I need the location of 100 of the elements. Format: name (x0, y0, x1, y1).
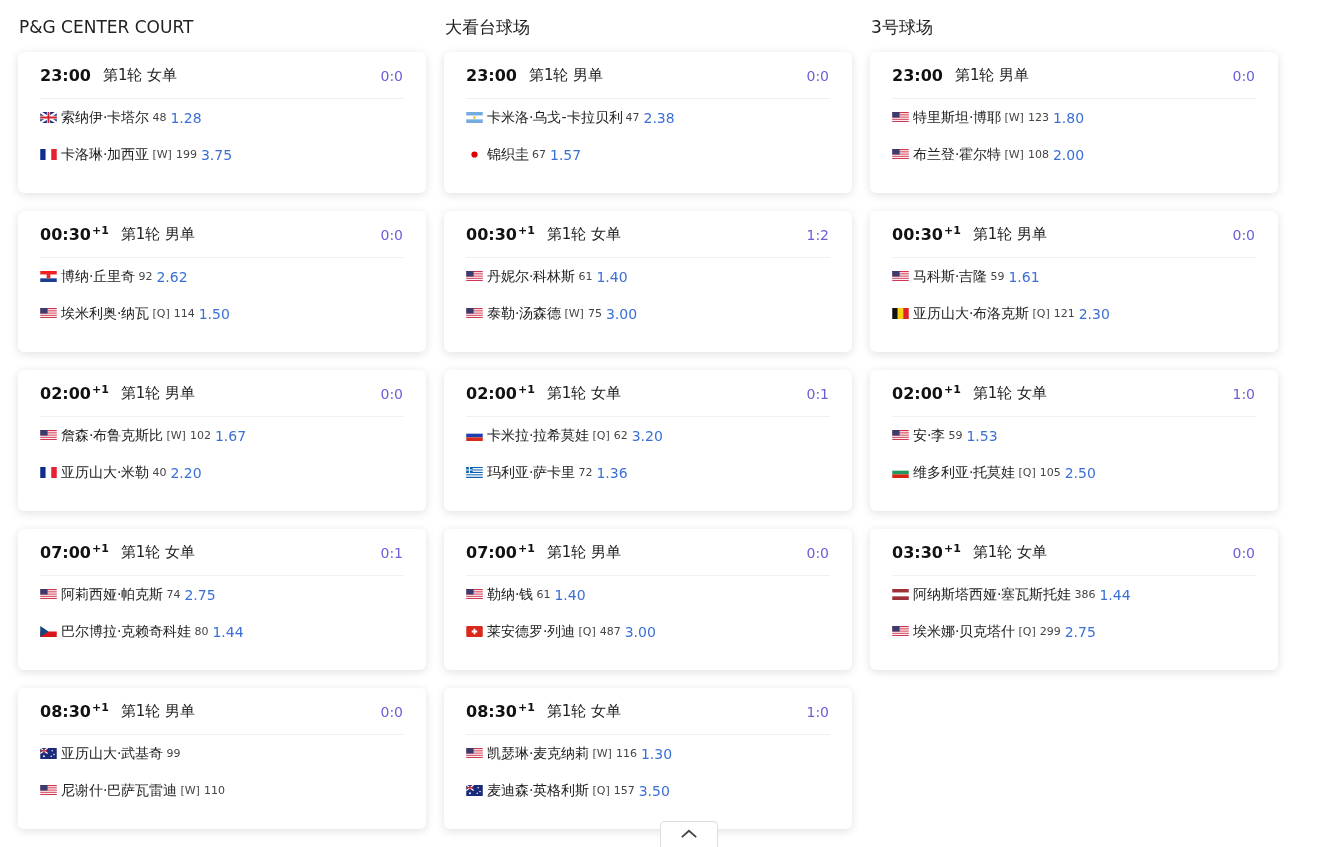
round-label: 第1轮 女单 (102, 66, 178, 85)
seed-tag: [W] (1004, 111, 1024, 124)
round-label: 第1轮 男单 (120, 225, 196, 244)
match-score: 0:0 (380, 703, 403, 720)
player-name[interactable]: 麦迪森·英格利斯 (487, 781, 590, 800)
match-time: 23:00 (40, 66, 91, 85)
match-card[interactable]: 08:30$^{+1}$ 第1轮 女单 1:0 凯瑟琳·麦克纳莉 [W] 116 1.30 麦迪森·英格利斯 [Q] 157 3.50 (444, 688, 852, 829)
player-name[interactable]: 卡米拉·拉希莫娃 (487, 426, 590, 445)
betting-odds[interactable]: 3.75 (200, 146, 233, 163)
player-name[interactable]: 安·李 (913, 426, 946, 445)
seed-tag: [W] (592, 747, 612, 760)
player-name[interactable]: 马科斯·吉隆 (913, 267, 988, 286)
betting-odds[interactable]: 3.50 (638, 782, 670, 799)
scroll-up-button[interactable] (660, 821, 718, 847)
match-card[interactable]: 08:30$^{+1}$ 第1轮 男单 0:0 亚历山大·武基奇 99 尼谢什·巴萨瓦雷迪 [W] 110 (18, 688, 426, 829)
player-name[interactable]: 巴尔博拉·克赖奇科娃 (61, 622, 192, 641)
match-score: 1:2 (806, 226, 829, 243)
match-time: 23:00 (892, 66, 943, 85)
flag-icon (466, 112, 483, 123)
match-card[interactable]: 02:00$^{+1}$ 第1轮 男单 0:0 詹森·布鲁克斯比 [W] 102 1.67 亚历山大·米勒 40 2.20 (18, 370, 426, 511)
player-name[interactable]: 凯瑟琳·麦克纳莉 (487, 744, 590, 763)
betting-odds[interactable]: 1.44 (212, 623, 244, 640)
match-card[interactable]: 02:00$^{+1}$ 第1轮 女单 0:1 卡米拉·拉希莫娃 [Q] 62 3.20 玛利亚·萨卡里 72 1.36 (444, 370, 852, 511)
match-card[interactable]: 23:00 第1轮 女单 0:0 索纳伊·卡塔尔 48 1.28 卡洛琳·加西亚 [W] 199 3.75 (18, 52, 426, 193)
player-ranking: 108 (1027, 148, 1049, 161)
player-name[interactable]: 尼谢什·巴萨瓦雷迪 (61, 781, 178, 800)
player-name[interactable]: 亚历山大·米勒 (61, 463, 150, 482)
betting-odds[interactable]: 1.80 (1052, 109, 1085, 126)
player-name[interactable]: 阿纳斯塔西娅·塞瓦斯托娃 (913, 585, 1072, 604)
betting-odds[interactable]: 2.75 (1064, 623, 1096, 640)
match-score: 0:0 (1232, 544, 1255, 561)
betting-odds[interactable]: 1.67 (214, 427, 247, 444)
match-card[interactable]: 02:00$^{+1}$ 第1轮 女单 1:0 安·李 59 1.53 维多利亚·托莫娃 [Q] 105 2.50 (870, 370, 1278, 511)
match-card[interactable]: 07:00$^{+1}$ 第1轮 女单 0:1 阿莉西娅·帕克斯 74 2.75 巴尔博拉·克赖奇科娃 80 1.44 (18, 529, 426, 670)
player-ranking: 99 (166, 747, 181, 760)
flag-icon (892, 589, 909, 600)
player-name[interactable]: 詹森·布鲁克斯比 (61, 426, 164, 445)
player-name[interactable]: 莱安德罗·列迪 (487, 622, 576, 641)
player-name[interactable]: 埃米娜·贝克塔什 (913, 622, 1016, 641)
betting-odds[interactable]: 3.00 (624, 623, 656, 640)
seed-tag: [Q] (152, 307, 170, 320)
player-name[interactable]: 卡洛琳·加西亚 (61, 145, 150, 164)
betting-odds[interactable]: 1.44 (1099, 586, 1131, 603)
betting-odds[interactable]: 2.50 (1064, 464, 1096, 481)
round-label: 第1轮 男单 (120, 702, 196, 721)
player-name[interactable]: 丹妮尔·科林斯 (487, 267, 576, 286)
match-card[interactable]: 00:30$^{+1}$ 第1轮 女单 1:2 丹妮尔·科林斯 61 1.40 泰勒·汤森德 [W] 75 3.00 (444, 211, 852, 352)
round-label: 第1轮 女单 (972, 384, 1048, 403)
betting-odds[interactable]: 1.28 (170, 109, 202, 126)
betting-odds[interactable]: 3.20 (631, 427, 663, 444)
player-name[interactable]: 布兰登·霍尔特 (913, 145, 1002, 164)
player-name[interactable]: 索纳伊·卡塔尔 (61, 108, 150, 127)
seed-tag: [Q] (578, 625, 596, 638)
match-card[interactable]: 23:00 第1轮 男单 0:0 卡米洛·乌戈-卡拉贝利 47 2.38 锦织圭 67 1.57 (444, 52, 852, 193)
betting-odds[interactable]: 3.00 (605, 305, 638, 322)
match-card[interactable]: 00:30$^{+1}$ 第1轮 男单 0:0 马科斯·吉隆 59 1.61 亚历山大·布洛克斯 [Q] 121 2.30 (870, 211, 1278, 352)
player-name[interactable]: 维多利亚·托莫娃 (913, 463, 1016, 482)
player-name[interactable]: 亚历山大·布洛克斯 (913, 304, 1030, 323)
seed-tag: [Q] (1018, 466, 1036, 479)
player-ranking: 75 (587, 307, 602, 320)
player-name[interactable]: 埃米利奥·纳瓦 (61, 304, 150, 323)
match-card[interactable]: 03:30$^{+1}$ 第1轮 女单 0:0 阿纳斯塔西娅·塞瓦斯托娃 386 1.44 埃米娜·贝克塔什 [Q] 299 2.75 (870, 529, 1278, 670)
player-ranking: 110 (203, 784, 225, 797)
betting-odds[interactable]: 2.00 (1052, 146, 1085, 163)
betting-odds[interactable]: 1.50 (198, 305, 230, 322)
player-name[interactable]: 泰勒·汤森德 (487, 304, 562, 323)
player-name[interactable]: 亚历山大·武基奇 (61, 744, 164, 763)
betting-odds[interactable]: 1.40 (596, 268, 628, 285)
player-ranking: 74 (166, 588, 181, 601)
betting-odds[interactable]: 1.61 (1008, 268, 1040, 285)
player-name[interactable]: 玛利亚·萨卡里 (487, 463, 576, 482)
match-score: 0:0 (380, 67, 403, 84)
player-name[interactable]: 博纳·丘里奇 (61, 267, 136, 286)
player-ranking: 299 (1039, 625, 1061, 638)
match-card[interactable]: 07:00$^{+1}$ 第1轮 男单 0:0 勒纳·钱 61 1.40 莱安德罗·列迪 [Q] 487 3.00 (444, 529, 852, 670)
player-ranking: 61 (536, 588, 551, 601)
betting-odds[interactable]: 1.40 (554, 586, 586, 603)
betting-odds[interactable]: 2.30 (1078, 305, 1110, 322)
betting-odds[interactable]: 1.30 (640, 745, 673, 762)
court-title: P&G CENTER COURT (19, 16, 195, 38)
betting-odds[interactable]: 1.36 (596, 464, 628, 481)
match-card[interactable]: 00:30$^{+1}$ 第1轮 男单 0:0 博纳·丘里奇 92 2.62 埃米利奥·纳瓦 [Q] 114 1.50 (18, 211, 426, 352)
player-ranking: 47 (625, 111, 640, 124)
match-card[interactable]: 23:00 第1轮 男单 0:0 特里斯坦·博耶 [W] 123 1.80 布兰登·霍尔特 [W] 108 2.00 (870, 52, 1278, 193)
player-name[interactable]: 锦织圭 (487, 145, 529, 164)
player-ranking: 80 (194, 625, 209, 638)
player-name[interactable]: 勒纳·钱 (487, 585, 534, 604)
match-time: 00:30$^{+1}$ (892, 224, 961, 245)
betting-odds[interactable]: 1.53 (966, 427, 998, 444)
betting-odds[interactable]: 2.38 (643, 109, 675, 126)
betting-odds[interactable]: 2.62 (156, 268, 188, 285)
match-time: 00:30$^{+1}$ (40, 224, 109, 245)
flag-icon (40, 748, 57, 759)
betting-odds[interactable]: 2.75 (184, 586, 216, 603)
player-name[interactable]: 特里斯坦·博耶 (913, 108, 1002, 127)
betting-odds[interactable]: 1.57 (550, 146, 582, 163)
player-name[interactable]: 卡米洛·乌戈-卡拉贝利 (487, 108, 623, 127)
court-title: 3号球场 (871, 16, 934, 38)
betting-odds[interactable]: 2.20 (170, 464, 202, 481)
player-name[interactable]: 阿莉西娅·帕克斯 (61, 585, 164, 604)
